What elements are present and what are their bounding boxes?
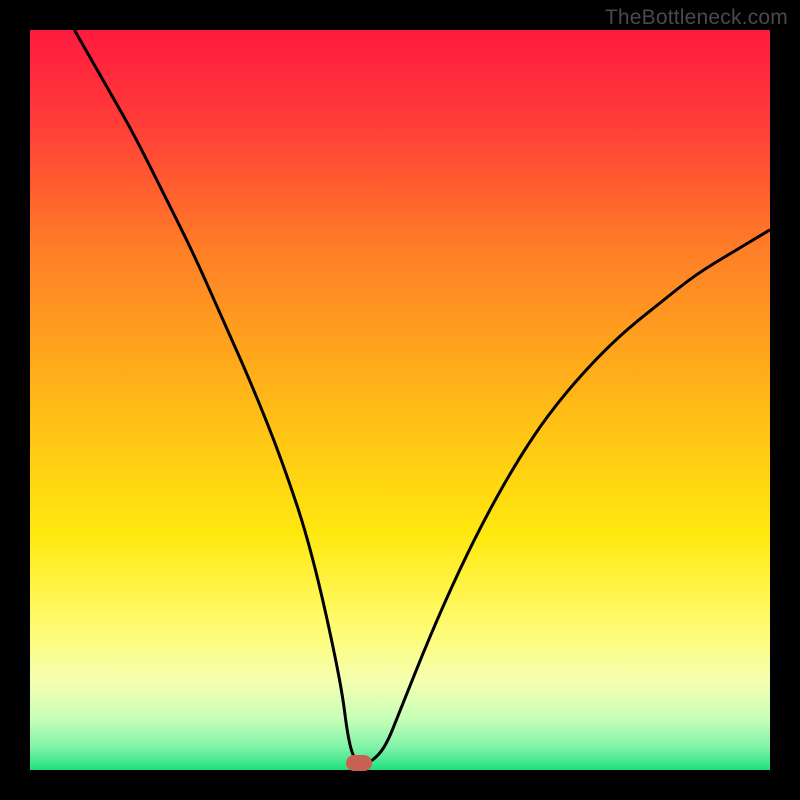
chart-frame: TheBottleneck.com — [0, 0, 800, 800]
curve-path — [74, 30, 770, 763]
watermark-text: TheBottleneck.com — [605, 6, 788, 30]
optimal-marker — [346, 755, 372, 771]
plot-area — [30, 30, 770, 770]
bottleneck-curve — [30, 30, 770, 770]
